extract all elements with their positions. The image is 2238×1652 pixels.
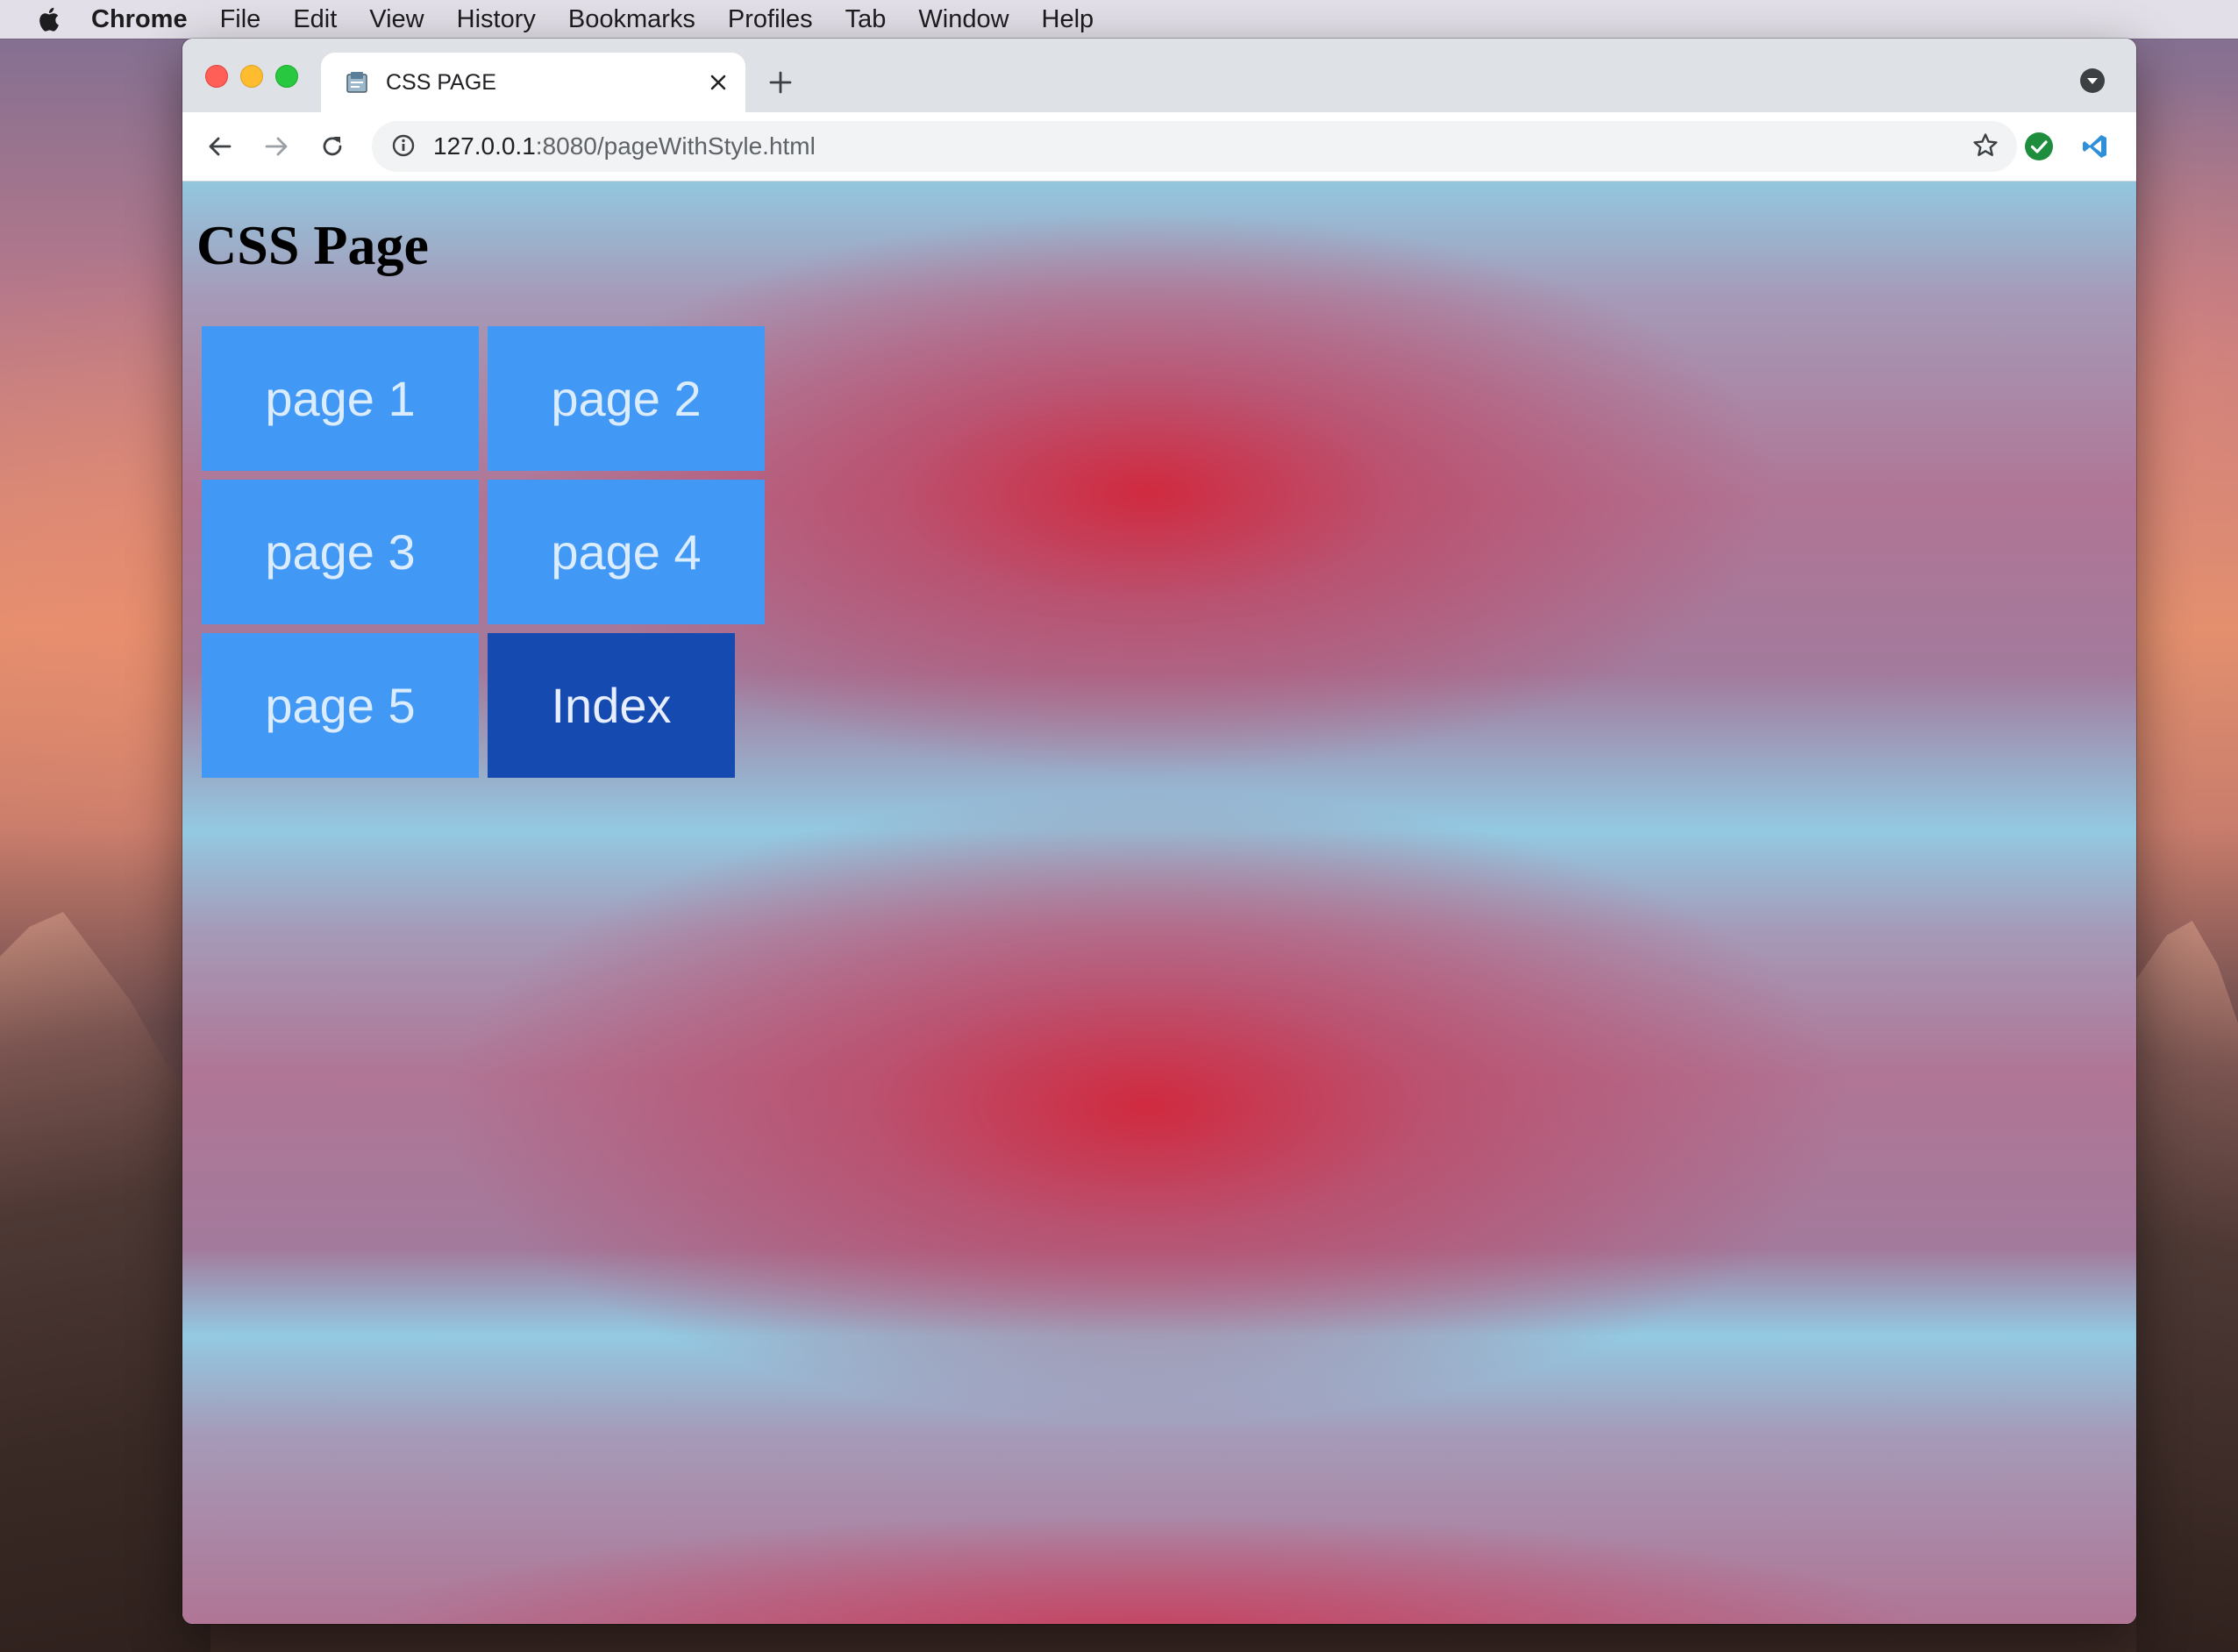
menu-profiles[interactable]: Profiles bbox=[728, 5, 813, 34]
nav-link-page-4[interactable]: page 4 bbox=[488, 480, 765, 624]
url-path: :8080/pageWithStyle.html bbox=[535, 132, 816, 160]
vscode-extension-icon[interactable] bbox=[2078, 130, 2112, 163]
browser-toolbar: 127.0.0.1:8080/pageWithStyle.html bbox=[182, 112, 2136, 182]
nav-link-index[interactable]: Index bbox=[488, 633, 735, 778]
tab-css-page[interactable]: CSS PAGE bbox=[321, 53, 745, 112]
page-nav-grid: page 1 page 2 page 3 page 4 page 5 Index bbox=[202, 326, 772, 782]
check-extension-icon[interactable] bbox=[2022, 130, 2056, 163]
menu-history[interactable]: History bbox=[457, 5, 536, 34]
nav-link-page-3[interactable]: page 3 bbox=[202, 480, 479, 624]
nav-link-page-2[interactable]: page 2 bbox=[488, 326, 765, 471]
browser-window: CSS PAGE 127.0.0.1:8080/pageWithStyle.ht… bbox=[182, 39, 2136, 1624]
macos-menu-bar: Chrome File Edit View History Bookmarks … bbox=[0, 0, 2238, 39]
favicon-icon bbox=[344, 69, 370, 96]
desktop-mountain-left bbox=[0, 912, 210, 1652]
plus-icon[interactable] bbox=[763, 65, 798, 100]
url-text[interactable]: 127.0.0.1:8080/pageWithStyle.html bbox=[433, 132, 1971, 160]
puzzle-icon[interactable] bbox=[2135, 130, 2136, 163]
window-close-button[interactable] bbox=[205, 65, 228, 88]
menu-file[interactable]: File bbox=[220, 5, 261, 34]
tab-search-icon[interactable] bbox=[2078, 67, 2106, 95]
window-zoom-button[interactable] bbox=[275, 65, 298, 88]
menu-help[interactable]: Help bbox=[1042, 5, 1094, 34]
url-host: 127.0.0.1 bbox=[433, 132, 536, 160]
menu-view[interactable]: View bbox=[369, 5, 424, 34]
page-viewport: CSS Page page 1 page 2 page 3 page 4 pag… bbox=[182, 182, 2136, 1624]
menu-tab[interactable]: Tab bbox=[845, 5, 887, 34]
reload-icon[interactable] bbox=[316, 130, 349, 163]
apple-icon[interactable] bbox=[37, 6, 60, 32]
forward-arrow-icon[interactable] bbox=[260, 130, 293, 163]
nav-link-page-1[interactable]: page 1 bbox=[202, 326, 479, 471]
desktop-mountain-right bbox=[2136, 921, 2238, 1652]
window-minimize-button[interactable] bbox=[240, 65, 263, 88]
address-bar[interactable]: 127.0.0.1:8080/pageWithStyle.html bbox=[372, 121, 2017, 172]
star-icon[interactable] bbox=[1971, 132, 2001, 161]
menu-window[interactable]: Window bbox=[918, 5, 1009, 34]
close-icon[interactable] bbox=[703, 68, 733, 97]
menu-app-chrome[interactable]: Chrome bbox=[91, 5, 188, 34]
tab-strip: CSS PAGE bbox=[182, 39, 2136, 112]
menu-edit[interactable]: Edit bbox=[293, 5, 337, 34]
nav-link-page-5[interactable]: page 5 bbox=[202, 633, 479, 778]
info-icon[interactable] bbox=[391, 133, 417, 160]
menu-bookmarks[interactable]: Bookmarks bbox=[568, 5, 695, 34]
tab-title: CSS PAGE bbox=[386, 69, 496, 95]
page-title: CSS Page bbox=[196, 214, 429, 276]
back-arrow-icon[interactable] bbox=[203, 130, 237, 163]
